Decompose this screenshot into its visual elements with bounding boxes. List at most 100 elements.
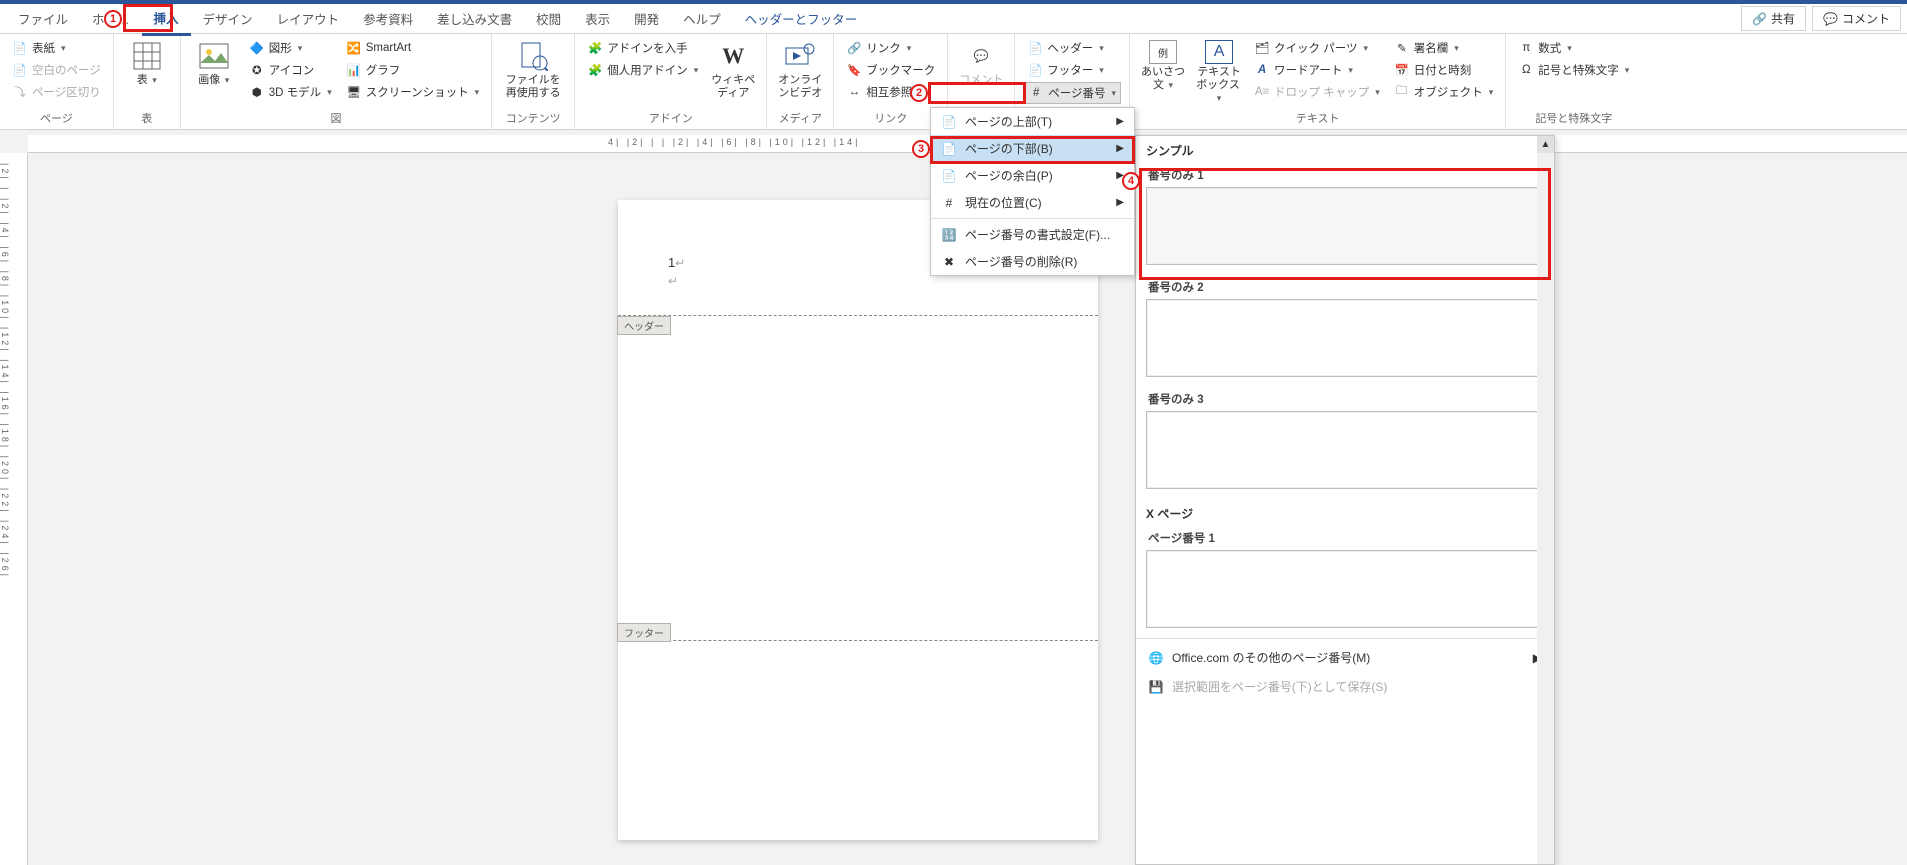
gallery-item-2-label: 番号のみ 2	[1136, 275, 1554, 297]
screenshot-button[interactable]: 🖥スクリーンショット▾	[342, 82, 483, 102]
share-button[interactable]: 🔗 共有	[1741, 6, 1806, 31]
cover-page-button[interactable]: 📄表紙▾	[8, 38, 105, 58]
quickparts-button[interactable]: 🗂クイック パーツ▾	[1250, 38, 1384, 58]
group-links-label: リンク	[842, 108, 939, 129]
table-button[interactable]: 表 ▾	[122, 38, 172, 89]
tab-help[interactable]: ヘルプ	[671, 3, 733, 34]
share-icon: 🔗	[1752, 12, 1767, 26]
group-text-label: テキスト	[1138, 108, 1497, 129]
online-video-button[interactable]: オンラインビデオ	[775, 38, 825, 102]
gallery-office-label: Office.com のその他のページ番号(M)	[1172, 649, 1370, 666]
get-addins-button[interactable]: 🧩アドインを入手	[583, 38, 702, 58]
smartart-label: SmartArt	[366, 42, 411, 54]
gallery-item-plain-3[interactable]: 番号のみ 3	[1136, 387, 1554, 489]
smartart-icon: 🔀	[346, 40, 362, 56]
tab-header-footer[interactable]: ヘッダーとフッター	[733, 3, 870, 34]
group-illustrations-label: 図	[189, 108, 483, 129]
link-icon: 🔗	[846, 40, 862, 56]
page-break-button[interactable]: ⤵ページ区切り	[8, 82, 105, 102]
page-number-button[interactable]: #ページ番号▾	[1023, 82, 1121, 104]
icons-button[interactable]: ✪アイコン	[245, 60, 336, 80]
pictures-icon	[198, 40, 230, 72]
annotation-2: 2	[910, 84, 928, 102]
shapes-icon: 🔷	[249, 40, 265, 56]
shapes-button[interactable]: 🔷図形▾	[245, 38, 336, 58]
comment-label: コメント	[1842, 10, 1890, 27]
remove-pagenum-icon: ✖	[941, 254, 957, 270]
symbol-button[interactable]: Ω記号と特殊文字▾	[1514, 60, 1633, 80]
tab-references[interactable]: 参考資料	[351, 3, 425, 34]
group-pages-label: ページ	[8, 108, 105, 129]
footer-button[interactable]: 📄フッター▾	[1023, 60, 1121, 80]
quickparts-label: クイック パーツ	[1274, 40, 1357, 56]
page-number-label: ページ番号	[1048, 85, 1105, 101]
insert-comment-icon: 💬	[965, 40, 997, 72]
tab-insert[interactable]: 挿入	[142, 2, 191, 36]
screenshot-icon: 🖥	[346, 84, 362, 100]
pictures-button[interactable]: 画像 ▾	[189, 38, 239, 89]
tab-mailings[interactable]: 差し込み文書	[425, 3, 524, 34]
gallery-preview-2	[1146, 299, 1544, 377]
datetime-label: 日付と時刻	[1414, 62, 1472, 78]
scroll-up-button[interactable]: ▲	[1537, 136, 1554, 153]
datetime-button[interactable]: 📅日付と時刻	[1390, 60, 1498, 80]
hruler-ticks: 4| |2| | | |2| |4| |6| |8| |10| |12| |14…	[608, 137, 861, 147]
bookmark-button[interactable]: 🔖ブックマーク	[842, 60, 939, 80]
menu-remove-pagenum[interactable]: ✖ページ番号の削除(R)	[931, 248, 1134, 275]
3d-models-button[interactable]: ⬢3D モデル▾	[245, 82, 336, 102]
link-button[interactable]: 🔗リンク▾	[842, 38, 939, 58]
insert-comment-button[interactable]: 💬 コメント	[956, 38, 1006, 89]
page-bottom-icon: 📄	[941, 141, 957, 157]
page-top-icon: 📄	[941, 114, 957, 130]
dropcap-button[interactable]: A≡ドロップ キャップ▾	[1250, 82, 1384, 102]
tab-review[interactable]: 校閲	[524, 3, 573, 34]
menu-page-bottom[interactable]: 📄ページの下部(B)▶	[931, 135, 1134, 162]
menu-page-margins[interactable]: 📄ページの余白(P)▶	[931, 162, 1134, 189]
footer-label: フッター	[1047, 62, 1093, 78]
textbox-button[interactable]: A テキストボックス ▾	[1194, 38, 1244, 108]
menu-format-pagenum[interactable]: 🔢ページ番号の書式設定(F)...	[931, 221, 1134, 248]
my-addins-button[interactable]: 🧩個人用アドイン▾	[583, 60, 702, 80]
tab-developer[interactable]: 開発	[622, 3, 671, 34]
menu-page-top[interactable]: 📄ページの上部(T)▶	[931, 108, 1134, 135]
annotation-1: 1	[104, 10, 122, 28]
chart-button[interactable]: 📊グラフ	[342, 60, 483, 80]
header-tag: ヘッダー	[617, 316, 671, 335]
equation-button[interactable]: π数式▾	[1514, 38, 1633, 58]
annotation-3: 3	[912, 140, 930, 158]
gallery-save-selection: 💾 選択範囲をページ番号(下)として保存(S)	[1136, 672, 1554, 701]
ribbon-tabs: ファイル ホー… 挿入 デザイン レイアウト 参考資料 差し込み文書 校閲 表示…	[0, 4, 1907, 34]
vruler-ticks: |2| | |2| |4| |6| |8| |10| |12| |14| |16…	[0, 153, 10, 579]
comment-button[interactable]: 💬 コメント	[1812, 6, 1901, 31]
icons-label: アイコン	[269, 62, 314, 78]
wordart-button[interactable]: Aワードアート▾	[1250, 60, 1384, 80]
signature-button[interactable]: ✎署名欄▾	[1390, 38, 1498, 58]
page-number-gallery: シンプル 番号のみ 1 番号のみ 2 番号のみ 3 X ページ ページ番号 1 …	[1135, 135, 1555, 865]
footer-tag: フッター	[617, 623, 671, 642]
greeting-button[interactable]: 例 あいさつ文 ▾	[1138, 38, 1188, 94]
smartart-button[interactable]: 🔀 SmartArt	[342, 38, 483, 58]
tab-design[interactable]: デザイン	[191, 3, 265, 34]
reuse-files-button[interactable]: ファイルを再使用する	[500, 38, 566, 102]
vertical-ruler[interactable]: |2| | |2| |4| |6| |8| |10| |12| |14| |16…	[0, 153, 28, 865]
document-page[interactable]: 1↵ ↵ ヘッダー フッター	[618, 200, 1098, 840]
get-addins-icon: 🧩	[587, 40, 603, 56]
object-button[interactable]: 🗀オブジェクト▾	[1390, 82, 1498, 102]
gallery-scrollbar[interactable]: ▲	[1537, 136, 1554, 864]
tab-view[interactable]: 表示	[573, 3, 622, 34]
gallery-item-page-1[interactable]: ページ番号 1	[1136, 526, 1554, 628]
gallery-item-plain-2[interactable]: 番号のみ 2	[1136, 275, 1554, 377]
menu-current-position[interactable]: #現在の位置(C)▶	[931, 189, 1134, 216]
blank-page-button[interactable]: 📄空白のページ	[8, 60, 105, 80]
chart-label: グラフ	[366, 62, 401, 78]
wikipedia-button[interactable]: W ウィキペディア	[708, 38, 758, 102]
tab-layout[interactable]: レイアウト	[265, 3, 352, 34]
header-button[interactable]: 📄ヘッダー▾	[1023, 38, 1121, 58]
page-break-icon: ⤵	[12, 84, 28, 100]
gallery-section-simple: シンプル	[1136, 136, 1554, 163]
gallery-item-plain-1[interactable]: 番号のみ 1	[1136, 163, 1554, 265]
cover-page-label: 表紙	[32, 40, 55, 56]
tab-file[interactable]: ファイル	[6, 3, 80, 34]
gallery-office-more[interactable]: 🌐 Office.com のその他のページ番号(M) ▶	[1136, 643, 1554, 672]
greeting-icon: 例	[1149, 40, 1177, 64]
